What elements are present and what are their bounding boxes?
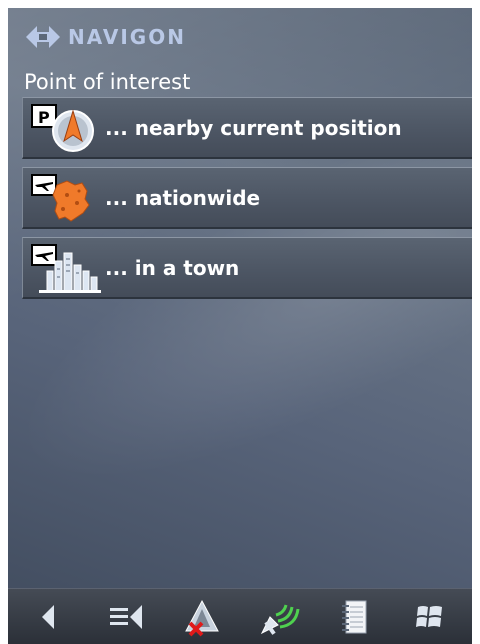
brand-header: NAVIGON (26, 22, 186, 52)
notebook-icon (342, 600, 367, 633)
back-arrow-icon (42, 604, 54, 629)
bottom-toolbar (8, 588, 472, 644)
nationwide-map-icon (25, 170, 105, 226)
page-title: Point of interest (24, 70, 191, 94)
menu-item-nearby-current-position[interactable]: P ... nearby current position (22, 97, 472, 159)
windows-start-icon (416, 605, 442, 627)
nearby-poi-icon: P (25, 100, 105, 156)
back-button[interactable] (20, 592, 80, 642)
route-cancel-button[interactable] (172, 592, 232, 642)
route-cancel-icon (185, 599, 219, 636)
menu-item-label: ... nearby current position (105, 115, 402, 140)
app-window: NAVIGON Point of interest P ... nearby c… (8, 8, 472, 644)
town-skyline-icon (25, 240, 105, 296)
gps-status-button[interactable] (248, 592, 308, 642)
menu-item-label: ... nationwide (105, 185, 261, 210)
svg-text:P: P (38, 108, 50, 127)
menu-item-nationwide[interactable]: ... nationwide (22, 167, 472, 229)
menu-item-label: ... in a town (105, 255, 240, 280)
poi-menu: P ... nearby current position ... nation… (22, 97, 472, 307)
windows-start-button[interactable] (400, 592, 460, 642)
menu-item-in-a-town[interactable]: ... in a town (22, 237, 472, 299)
menu-list-icon (110, 604, 142, 629)
brand-name: NAVIGON (68, 25, 186, 49)
gps-satellite-icon (260, 604, 300, 635)
notebook-button[interactable] (324, 592, 384, 642)
navigon-logo-icon (26, 26, 60, 48)
menu-list-button[interactable] (96, 592, 156, 642)
